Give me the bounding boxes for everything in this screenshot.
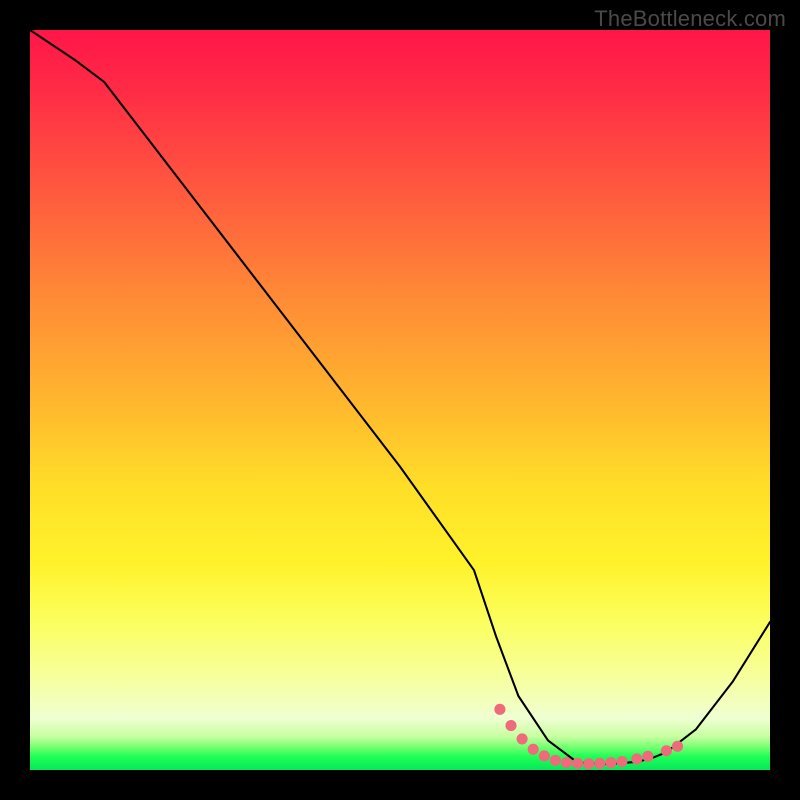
curve-marker-dot (528, 744, 539, 755)
curve-marker-dot (517, 733, 528, 744)
curve-marker-dot (661, 745, 672, 756)
curve-marker-dot (494, 704, 505, 715)
curve-marker-dot (616, 756, 627, 767)
curve-marker-dot (631, 753, 642, 764)
curve-marker-dot (605, 757, 616, 768)
bottleneck-curve-svg (30, 30, 770, 770)
curve-marker-dot (642, 751, 653, 762)
curve-marker-dot (672, 741, 683, 752)
chart-stage: TheBottleneck.com (0, 0, 800, 800)
curve-marker-dot (550, 755, 561, 766)
plot-area (30, 30, 770, 770)
curve-marker-dot (561, 757, 572, 768)
flat-bottom-dots (494, 704, 683, 769)
curve-marker-dot (505, 720, 516, 731)
curve-marker-dot (539, 750, 550, 761)
curve-marker-dot (594, 758, 605, 769)
watermark-text: TheBottleneck.com (594, 6, 786, 32)
curve-marker-dot (583, 758, 594, 769)
bottleneck-curve-line (30, 30, 770, 764)
curve-marker-dot (572, 758, 583, 769)
